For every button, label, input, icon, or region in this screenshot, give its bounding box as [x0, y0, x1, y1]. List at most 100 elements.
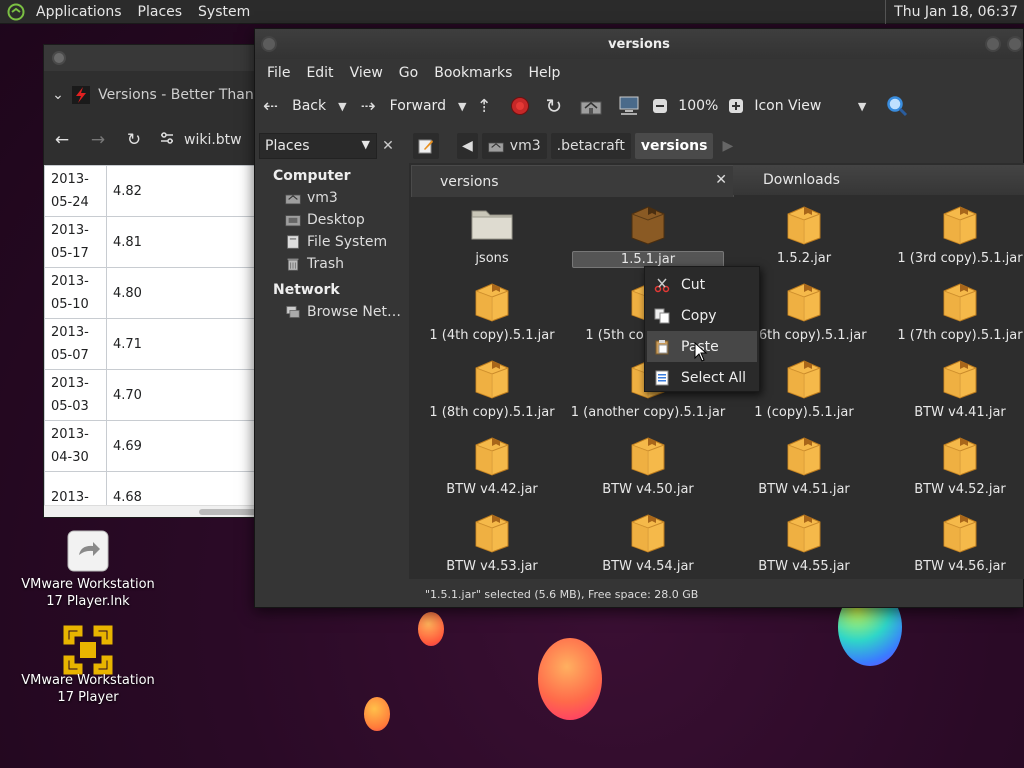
sidebar-item-trash[interactable]: Trash: [259, 253, 401, 275]
jar-file-icon: [626, 434, 670, 478]
menu-go[interactable]: Go: [391, 65, 426, 81]
desktop-icon-vmware-lnk[interactable]: VMware Workstation 17 Player.lnk: [18, 530, 158, 610]
vmware-icon: [63, 625, 113, 675]
forward-button[interactable]: ⇢ Forward ▼: [361, 96, 467, 117]
site-settings-icon[interactable]: [160, 131, 174, 149]
file-item[interactable]: BTW v4.54.jar: [570, 511, 726, 574]
date-text: 05-03: [51, 399, 89, 414]
folder-item[interactable]: jsons: [414, 203, 570, 266]
clock[interactable]: Thu Jan 18, 06:37: [885, 0, 1024, 24]
file-item[interactable]: 1 (3rd copy).5.1.jar: [882, 203, 1024, 266]
view-mode-select[interactable]: Icon View ▼: [754, 98, 866, 114]
sidebar-type-select[interactable]: Places ▼: [259, 133, 377, 159]
minimize-button[interactable]: [985, 36, 1001, 52]
file-item[interactable]: 1 (7th copy).5.1.jar: [882, 280, 1024, 343]
home-icon: [580, 101, 602, 115]
zoom-out-button[interactable]: [652, 98, 668, 114]
table-row: 2013- 04-30 4.69: [44, 420, 272, 472]
zoom-in-button[interactable]: [728, 98, 744, 114]
breadcrumb-versions[interactable]: versions: [634, 133, 714, 159]
scrollbar-thumb[interactable]: [199, 509, 259, 515]
reload-button[interactable]: ↻: [546, 94, 563, 118]
home-button[interactable]: [580, 97, 602, 115]
chevron-down-icon[interactable]: ▼: [338, 100, 346, 113]
mate-logo-icon[interactable]: [4, 0, 28, 24]
menu-help[interactable]: Help: [520, 65, 568, 81]
tab-list-chevron-icon[interactable]: ⌄: [44, 87, 72, 103]
file-item[interactable]: 1.5.1.jar: [570, 203, 726, 268]
breadcrumb-vm3[interactable]: vm3: [481, 133, 547, 159]
menu-edit[interactable]: Edit: [298, 65, 341, 81]
url-text[interactable]: wiki.btw: [184, 132, 242, 148]
window-button[interactable]: [52, 51, 66, 65]
maximize-button[interactable]: [1007, 36, 1023, 52]
horizontal-scrollbar[interactable]: [44, 505, 272, 517]
desktop-icon-label: 17 Player.lnk: [46, 594, 130, 609]
applications-menu[interactable]: Applications: [28, 4, 130, 20]
tab-downloads[interactable]: Downloads: [733, 165, 1024, 195]
places-menu[interactable]: Places: [130, 4, 191, 20]
sidebar-item-desktop[interactable]: Desktop: [259, 209, 401, 231]
back-button[interactable]: ⇠ Back ▼: [263, 96, 347, 117]
file-item[interactable]: BTW v4.51.jar: [726, 434, 882, 497]
up-arrow-icon: ⇡: [476, 95, 492, 117]
sidebar-header-computer: Computer: [273, 168, 351, 184]
forward-arrow-icon[interactable]: →: [80, 130, 116, 150]
file-item[interactable]: BTW v4.53.jar: [414, 511, 570, 574]
desktop-icon-label: VMware Workstation: [21, 577, 155, 592]
file-item[interactable]: 1.5.2.jar: [726, 203, 882, 266]
file-item[interactable]: 1 (8th copy).5.1.jar: [414, 357, 570, 420]
close-tab-icon[interactable]: ✕: [715, 172, 727, 188]
table-row: 2013- 05-10 4.80: [44, 267, 272, 319]
menu-file[interactable]: File: [259, 65, 298, 81]
date-text: 2013-: [51, 274, 89, 289]
file-item[interactable]: BTW v4.52.jar: [882, 434, 1024, 497]
file-manager-titlebar[interactable]: versions: [255, 29, 1023, 59]
date-text: 2013-: [51, 376, 89, 391]
file-name: BTW v4.54.jar: [602, 559, 694, 574]
window-menu-button[interactable]: [261, 36, 277, 52]
system-menu[interactable]: System: [190, 4, 258, 20]
up-button[interactable]: ⇡: [476, 96, 491, 117]
chevron-down-icon[interactable]: ▼: [458, 100, 466, 113]
stop-button[interactable]: [510, 96, 530, 116]
zoom-level[interactable]: 100%: [678, 98, 718, 114]
sidebar-item-file-system[interactable]: File System: [259, 231, 401, 253]
file-item[interactable]: BTW v4.56.jar: [882, 511, 1024, 574]
context-menu-select-all[interactable]: Select All: [645, 362, 759, 393]
browser-tab-title[interactable]: Versions - Better Than W: [98, 87, 272, 103]
back-arrow-icon[interactable]: ←: [44, 130, 80, 150]
computer-button[interactable]: [618, 96, 640, 116]
file-item[interactable]: 1 (4th copy).5.1.jar: [414, 280, 570, 343]
home-icon: [488, 142, 504, 153]
chevron-down-icon: ▼: [361, 138, 370, 151]
context-menu-cut[interactable]: Cut: [645, 269, 759, 300]
reload-icon[interactable]: ↻: [116, 130, 152, 150]
file-item[interactable]: BTW v4.41.jar: [882, 357, 1024, 420]
drive-icon: [287, 235, 299, 249]
file-item[interactable]: BTW v4.42.jar: [414, 434, 570, 497]
context-menu-copy[interactable]: Copy: [645, 300, 759, 331]
file-item[interactable]: BTW v4.50.jar: [570, 434, 726, 497]
tab-versions[interactable]: versions ✕: [411, 165, 734, 197]
menu-bookmarks[interactable]: Bookmarks: [426, 65, 520, 81]
jar-file-icon: [470, 357, 514, 401]
search-button[interactable]: [886, 95, 908, 117]
browser-titlebar[interactable]: [44, 45, 272, 71]
close-sidebar-button[interactable]: ✕: [377, 133, 399, 159]
browser-window: ⌄ Versions - Better Than W ← → ↻ wiki.bt…: [43, 44, 273, 518]
breadcrumb-betacraft[interactable]: .betacraft: [550, 133, 631, 159]
file-name: BTW v4.53.jar: [446, 559, 538, 574]
file-name: 1 (8th copy).5.1.jar: [429, 405, 555, 420]
date-cell: 2013- 04-30: [44, 420, 107, 472]
breadcrumb-right-arrow-icon[interactable]: ▶: [717, 133, 738, 159]
desktop-icon-vmware[interactable]: VMware Workstation 17 Player: [18, 625, 158, 706]
menu-view[interactable]: View: [342, 65, 391, 81]
sidebar-item-browse-network[interactable]: Browse Net…: [259, 301, 401, 323]
breadcrumb-left-arrow-icon[interactable]: ◀: [457, 133, 478, 159]
sidebar-item-vm3[interactable]: vm3: [259, 187, 401, 209]
toggle-location-entry-button[interactable]: [413, 133, 439, 159]
file-item[interactable]: BTW v4.55.jar: [726, 511, 882, 574]
address-bar[interactable]: wiki.btw: [160, 131, 242, 149]
versions-table: 2013- 05-24 4.82 2013- 05-17 4.81 2013- 05-10 4.…: [44, 165, 272, 517]
